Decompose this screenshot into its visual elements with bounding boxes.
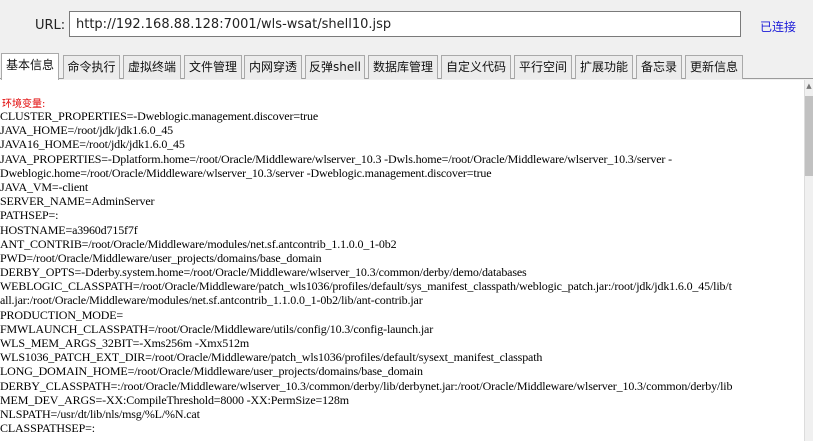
scroll-up-arrow-icon[interactable]: ▲	[805, 80, 813, 92]
vertical-scrollbar[interactable]: ▲	[804, 80, 813, 441]
tab-database-manager[interactable]: 数据库管理	[368, 55, 438, 79]
tab-reverse-shell[interactable]: 反弹shell	[305, 55, 365, 79]
env-var-line: PRODUCTION_MODE=	[0, 307, 124, 322]
tab-update-info[interactable]: 更新信息	[685, 55, 743, 79]
tab-bar: 基本信息 命令执行 虚拟终端 文件管理 内网穿透 反弹shell 数据库管理 自…	[0, 53, 813, 80]
tab-parallel-space[interactable]: 平行空间	[514, 55, 572, 79]
tab-memo[interactable]: 备忘录	[636, 55, 682, 79]
env-var-line: MEM_DEV_ARGS=-XX:CompileThreshold=8000 -…	[0, 392, 349, 407]
env-var-line: DERBY_CLASSPATH=:/root/Oracle/Middleware…	[0, 378, 733, 393]
tab-virtual-terminal[interactable]: 虚拟终端	[123, 55, 181, 79]
env-var-line: JAVA16_HOME=/root/jdk/jdk1.6.0_45	[0, 137, 185, 152]
tab-file-manager[interactable]: 文件管理	[184, 55, 242, 79]
env-var-line: CLASSPATHSEP=:	[0, 421, 95, 436]
env-var-line: HOSTNAME=a3960d715f7f	[0, 222, 138, 237]
env-var-line: JAVA_HOME=/root/jdk/jdk1.6.0_45	[0, 123, 174, 138]
env-var-line: JAVA_PROPERTIES=-Dplatform.home=/root/Or…	[0, 151, 672, 166]
env-var-line: SERVER_NAME=AdminServer	[0, 194, 155, 209]
info-panel: 环境变量: CLUSTER_PROPERTIES=-Dweblogic.mana…	[0, 80, 804, 441]
env-var-line: Dweblogic.home=/root/Oracle/Middleware/w…	[0, 165, 492, 180]
url-label: URL:	[35, 18, 66, 33]
env-var-list: CLUSTER_PROPERTIES=-Dweblogic.management…	[0, 109, 804, 435]
tab-custom-code[interactable]: 自定义代码	[441, 55, 511, 79]
env-vars-heading: 环境变量:	[2, 99, 46, 110]
url-input[interactable]	[69, 11, 741, 37]
env-var-line: WLS_MEM_ARGS_32BIT=-Xms256m -Xmx512m	[0, 336, 250, 350]
tab-command-exec[interactable]: 命令执行	[63, 55, 120, 79]
env-var-line: all.jar:/root/Oracle/Middleware/modules/…	[0, 293, 423, 308]
env-var-line: JAVA_VM=-client	[0, 179, 89, 194]
env-var-line: WLS1036_PATCH_EXT_DIR=/root/Oracle/Middl…	[0, 350, 543, 365]
tab-intranet-tunnel[interactable]: 内网穿透	[244, 55, 302, 79]
env-var-line: CLUSTER_PROPERTIES=-Dweblogic.management…	[0, 109, 318, 123]
url-bar: URL: 已连接	[0, 0, 813, 52]
env-var-line: PWD=/root/Oracle/Middleware/user_project…	[0, 250, 322, 265]
env-var-line: FMWLAUNCH_CLASSPATH=/root/Oracle/Middlew…	[0, 321, 434, 336]
env-var-line: ANT_CONTRIB=/root/Oracle/Middleware/modu…	[0, 236, 397, 251]
tab-basic-info[interactable]: 基本信息	[1, 53, 59, 80]
env-var-line: WEBLOGIC_CLASSPATH=/root/Oracle/Middlewa…	[0, 279, 732, 294]
env-var-line: DERBY_OPTS=-Dderby.system.home=/root/Ora…	[0, 265, 527, 280]
env-var-line: LONG_DOMAIN_HOME=/root/Oracle/Middleware…	[0, 364, 423, 379]
env-var-line: NLSPATH=/usr/dt/lib/nls/msg/%L/%N.cat	[0, 406, 200, 421]
scroll-thumb[interactable]	[805, 96, 813, 176]
connection-status: 已连接	[760, 20, 797, 34]
tab-extensions[interactable]: 扩展功能	[575, 55, 633, 79]
env-var-line: PATHSEP=:	[0, 208, 59, 223]
